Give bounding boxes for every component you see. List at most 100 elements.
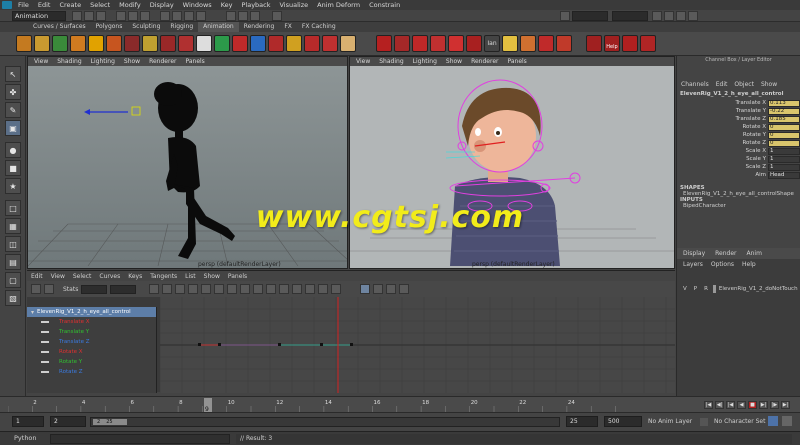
curve-tool-icon[interactable]: [586, 35, 602, 52]
goto-end-icon[interactable]: ▶|: [781, 401, 790, 409]
snap-grid-icon[interactable]: [160, 11, 170, 21]
menu-key[interactable]: Key: [221, 1, 233, 9]
menu-playback[interactable]: Playback: [241, 1, 270, 9]
ring-icon[interactable]: [322, 35, 338, 52]
vp-left-menu-view[interactable]: View: [34, 58, 48, 65]
vp-left-menu-lighting[interactable]: Lighting: [91, 58, 115, 65]
curve-list-item[interactable]: Rotate Z: [35, 367, 156, 377]
cb-attr-row[interactable]: Rotate Z0: [677, 139, 800, 147]
breakdown-key-icon[interactable]: [34, 35, 50, 52]
graph-menu-show[interactable]: Show: [204, 273, 220, 280]
graph-linear-tangent-icon[interactable]: [214, 284, 225, 294]
graph-menu-list[interactable]: List: [185, 273, 196, 280]
lasso-tool-icon[interactable]: ✤: [5, 84, 21, 100]
range-start-field[interactable]: 1: [12, 416, 44, 427]
viewport-right[interactable]: View Shading Lighting Show Renderer Pane…: [349, 56, 675, 269]
key-tool-icon[interactable]: [520, 35, 536, 52]
last-tool-icon[interactable]: ★: [5, 178, 21, 194]
graph-flat-tangent-icon[interactable]: [227, 284, 238, 294]
key-point[interactable]: [198, 343, 201, 346]
graph-auto-tangent-icon[interactable]: [188, 284, 199, 294]
graph-denormalize-icon[interactable]: [373, 284, 384, 294]
graph-plateau-tangent-icon[interactable]: [253, 284, 264, 294]
stop-icon[interactable]: ■: [748, 401, 757, 409]
cb-attr-row[interactable]: Scale X1: [677, 147, 800, 155]
motion-trail-icon[interactable]: [160, 35, 176, 52]
cb-attr-row[interactable]: Translate Y -0.22: [677, 107, 800, 115]
key-point[interactable]: [350, 343, 353, 346]
layer-visible-toggle[interactable]: V: [683, 286, 687, 292]
graph-menu-keys[interactable]: Keys: [128, 273, 142, 280]
menu-file[interactable]: File: [18, 1, 29, 9]
tangent-icon[interactable]: [52, 35, 68, 52]
cb-attr-row[interactable]: Translate X 0.113: [677, 99, 800, 107]
crosshair-icon[interactable]: [556, 35, 572, 52]
shelf-tab-fx-caching[interactable]: FX Caching: [297, 22, 341, 32]
layer-playback-toggle[interactable]: P: [694, 286, 697, 292]
menu-edit[interactable]: Edit: [38, 1, 51, 9]
vp-right-menu-shading[interactable]: Shading: [379, 58, 403, 65]
green-sphere-icon[interactable]: [214, 35, 230, 52]
character-set-select[interactable]: No Character Set: [714, 416, 765, 427]
attribute-editor-icon[interactable]: [664, 11, 674, 21]
shelf-tab-curves[interactable]: Curves / Surfaces: [28, 22, 91, 32]
auto-key-icon[interactable]: [768, 416, 778, 426]
layout-persp-graph-icon[interactable]: ▤: [5, 254, 21, 270]
cb-attr-value[interactable]: 1: [768, 155, 800, 163]
cb-attr-value[interactable]: 0: [768, 131, 800, 139]
shelf-tab-rigging[interactable]: Rigging: [165, 22, 198, 32]
time-slider[interactable]: 9 2 4 6 8 10 12 14 16 18 20 22 24 |◀ ◀| |◀ ◀ ■ ▶| |…: [0, 396, 800, 413]
range-end-field[interactable]: 500: [604, 416, 642, 427]
outliner-root-row[interactable]: ▾ ElevenRig_V1_2_h_eye_all_control: [27, 307, 156, 317]
vp-right-menu-panels[interactable]: Panels: [507, 58, 526, 65]
graph-menu-select[interactable]: Select: [73, 273, 92, 280]
layer-menu-help[interactable]: Help: [742, 261, 756, 268]
menu-modify[interactable]: Modify: [119, 1, 141, 9]
shelf-tab-animation[interactable]: Animation: [198, 22, 239, 32]
save-scene-icon[interactable]: [96, 11, 106, 21]
cb-attr-value[interactable]: 0.113: [768, 99, 800, 107]
cb-object-name[interactable]: ElevenRig_V1_2_h_eye_all_control: [677, 90, 800, 99]
goto-start-icon[interactable]: |◀: [704, 401, 713, 409]
layer-tab-render[interactable]: Render: [715, 250, 736, 257]
cb-attr-value[interactable]: -0.22: [768, 107, 800, 115]
graph-frame-all-icon[interactable]: [149, 284, 160, 294]
expand-icon[interactable]: ▾: [31, 309, 34, 316]
scale-tool-icon[interactable]: ■: [5, 160, 21, 176]
graph-free-weights-icon[interactable]: [305, 284, 316, 294]
graph-normalize-icon[interactable]: [360, 284, 371, 294]
step-forward-icon[interactable]: |▶: [770, 401, 779, 409]
curve-list-item[interactable]: Translate Y: [35, 327, 156, 337]
menu-windows[interactable]: Windows: [183, 1, 212, 9]
bulb-icon[interactable]: [502, 35, 518, 52]
next-key-icon[interactable]: ▶|: [759, 401, 768, 409]
cb-attr-row[interactable]: Translate Z 0.185: [677, 115, 800, 123]
graph-curve-area[interactable]: [160, 297, 675, 393]
cb-attr-value[interactable]: 0: [768, 139, 800, 147]
cb-attr-row[interactable]: Scale Y1: [677, 155, 800, 163]
layer-name[interactable]: ElevenRig_V1_2_doNotTouch: [719, 286, 798, 292]
ipr-render-icon[interactable]: [238, 11, 248, 21]
pose-a-icon[interactable]: [376, 35, 392, 52]
curve-list-item[interactable]: Translate X: [35, 317, 156, 327]
cb-tab-object[interactable]: Object: [734, 81, 754, 88]
graph-menu-tangents[interactable]: Tangents: [150, 273, 177, 280]
graph-move-key-icon[interactable]: [31, 284, 41, 294]
vp-right-menu-lighting[interactable]: Lighting: [413, 58, 437, 65]
key-selected-icon[interactable]: [70, 35, 86, 52]
graph-stats-field-a[interactable]: [81, 284, 108, 294]
tool-settings-icon[interactable]: [676, 11, 686, 21]
vp-left-menu-shading[interactable]: Shading: [57, 58, 81, 65]
pose-c-icon[interactable]: [412, 35, 428, 52]
graph-dopesheet-icon[interactable]: [386, 284, 397, 294]
anim-layer-dropdown-icon[interactable]: [700, 418, 708, 426]
shelf-tab-fx[interactable]: FX: [279, 22, 297, 32]
vp-left-menu-renderer[interactable]: Renderer: [149, 58, 176, 65]
move-tool-icon[interactable]: ▣: [5, 120, 21, 136]
vp-left-menu-show[interactable]: Show: [124, 58, 140, 65]
graph-menu-edit[interactable]: Edit: [31, 273, 43, 280]
graph-menu-view[interactable]: View: [51, 273, 65, 280]
range-end-inner-field[interactable]: 25: [566, 416, 598, 427]
ghost-icon[interactable]: [178, 35, 194, 52]
anim-layer-select[interactable]: No Anim Layer: [648, 416, 692, 427]
